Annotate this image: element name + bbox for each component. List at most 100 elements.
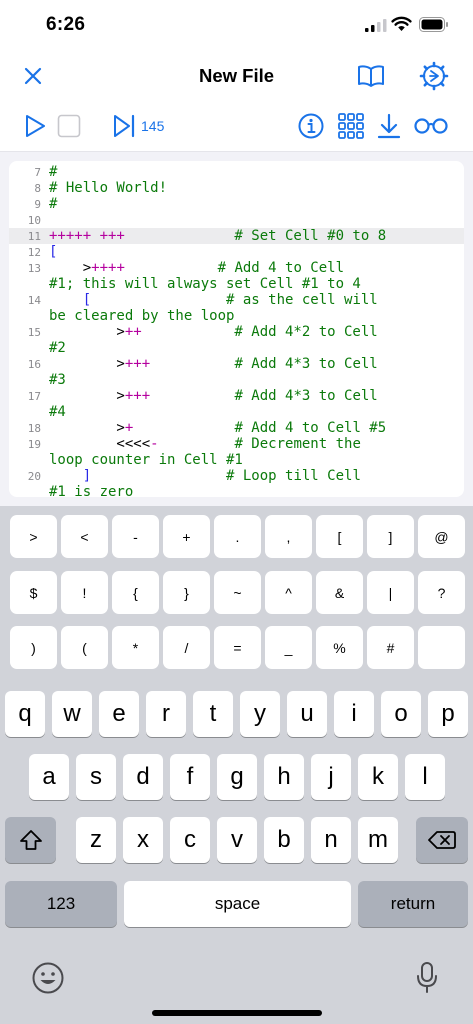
symbol-key[interactable]: ? <box>418 571 465 614</box>
code-line[interactable]: 19 <<<<- # Decrement the <box>9 436 464 452</box>
code-line[interactable]: 16 >+++ # Add 4*3 to Cell <box>9 356 464 372</box>
shift-key[interactable] <box>5 817 56 863</box>
symbol-key[interactable]: > <box>10 515 57 558</box>
symbol-key[interactable]: _ <box>265 626 312 669</box>
code-text: +++++ +++ # Set Cell #0 to 8 <box>49 228 386 244</box>
code-line[interactable]: 13 >++++ # Add 4 to Cell <box>9 260 464 276</box>
key-b[interactable]: b <box>264 817 304 863</box>
settings-button[interactable] <box>417 61 451 91</box>
symbol-key[interactable]: ( <box>61 626 108 669</box>
key-k[interactable]: k <box>358 754 398 800</box>
stop-button[interactable] <box>56 113 82 139</box>
view-button[interactable] <box>413 113 449 139</box>
key-i[interactable]: i <box>334 691 374 737</box>
code-line[interactable]: 20 ] # Loop till Cell <box>9 468 464 484</box>
key-z[interactable]: z <box>76 817 116 863</box>
key-p[interactable]: p <box>428 691 468 737</box>
code-line[interactable]: be cleared by the loop <box>9 308 464 324</box>
symbol-key[interactable]: % <box>316 626 363 669</box>
key-q[interactable]: q <box>5 691 45 737</box>
key-y[interactable]: y <box>240 691 280 737</box>
symbol-key[interactable] <box>418 626 465 669</box>
key-d[interactable]: d <box>123 754 163 800</box>
key-u[interactable]: u <box>287 691 327 737</box>
symbol-key[interactable]: / <box>163 626 210 669</box>
symbol-key[interactable]: # <box>367 626 414 669</box>
key-s[interactable]: s <box>76 754 116 800</box>
key-c[interactable]: c <box>170 817 210 863</box>
code-line[interactable]: #1; this will always set Cell #1 to 4 <box>9 276 464 292</box>
key-j[interactable]: j <box>311 754 351 800</box>
dictation-button[interactable] <box>410 960 444 996</box>
code-line[interactable]: 10 <box>9 212 464 228</box>
key-r[interactable]: r <box>146 691 186 737</box>
step-button[interactable] <box>110 113 138 139</box>
code-line[interactable]: loop counter in Cell #1 <box>9 452 464 468</box>
symbol-key[interactable]: ] <box>367 515 414 558</box>
backspace-key[interactable] <box>416 817 468 863</box>
symbol-key[interactable]: { <box>112 571 159 614</box>
key-g[interactable]: g <box>217 754 257 800</box>
symbol-key[interactable]: * <box>112 626 159 669</box>
symbol-key[interactable]: ^ <box>265 571 312 614</box>
code-line[interactable]: #3 <box>9 372 464 388</box>
delete-backward-icon <box>428 831 456 849</box>
space-key[interactable]: space <box>124 881 351 927</box>
code-line[interactable]: 9 # <box>9 196 464 212</box>
code-line[interactable]: 8 # Hello World! <box>9 180 464 196</box>
key-h[interactable]: h <box>264 754 304 800</box>
documentation-button[interactable] <box>354 61 388 91</box>
info-button[interactable] <box>297 113 325 139</box>
memory-grid-button[interactable] <box>337 113 365 139</box>
key-v[interactable]: v <box>217 817 257 863</box>
symbol-key[interactable]: & <box>316 571 363 614</box>
code-line[interactable]: 7 # <box>9 164 464 180</box>
symbol-key[interactable]: ~ <box>214 571 261 614</box>
code-line[interactable]: 11 +++++ +++ # Set Cell #0 to 8 <box>9 228 464 244</box>
symbol-key[interactable]: $ <box>10 571 57 614</box>
key-e[interactable]: e <box>99 691 139 737</box>
symbol-key[interactable]: . <box>214 515 261 558</box>
code-line[interactable]: 18 >+ # Add 4 to Cell #5 <box>9 420 464 436</box>
emoji-button[interactable] <box>30 960 66 996</box>
code-line[interactable]: #2 <box>9 340 464 356</box>
key-f[interactable]: f <box>170 754 210 800</box>
symbol-key[interactable]: ) <box>10 626 57 669</box>
key-w[interactable]: w <box>52 691 92 737</box>
symbol-key[interactable]: + <box>163 515 210 558</box>
symbol-key[interactable]: @ <box>418 515 465 558</box>
code-line[interactable]: 17 >+++ # Add 4*3 to Cell <box>9 388 464 404</box>
symbol-key[interactable]: , <box>265 515 312 558</box>
symbol-keyboard: > < - +.,[] @ $!{} ~ ^ & |?)(* / = _% # <box>0 506 473 684</box>
system-keyboard: 123 space return qwertyuiop asdfghjkl zxcv… <box>0 684 473 1024</box>
code-line[interactable]: #1 is zero <box>9 484 464 497</box>
symbol-key[interactable]: - <box>112 515 159 558</box>
code-token: +++++ +++ <box>49 228 125 244</box>
symbol-key[interactable]: ! <box>61 571 108 614</box>
code-line[interactable]: 15 >++ # Add 4*2 to Cell <box>9 324 464 340</box>
symbol-key[interactable]: | <box>367 571 414 614</box>
key-m[interactable]: m <box>358 817 398 863</box>
code-line[interactable]: 12 [ <box>9 244 464 260</box>
code-text: #1; this will always set Cell #1 to 4 <box>49 276 361 292</box>
return-key[interactable]: return <box>358 881 468 927</box>
code-editor[interactable]: 7 #8 # Hello World! 9 #10 11 +++++ +++ # Set C… <box>9 161 464 497</box>
key-o[interactable]: o <box>381 691 421 737</box>
symbol-key[interactable]: } <box>163 571 210 614</box>
symbol-key[interactable]: < <box>61 515 108 558</box>
key-x[interactable]: x <box>123 817 163 863</box>
numbers-key[interactable]: 123 <box>5 881 117 927</box>
code-line[interactable]: #4 <box>9 404 464 420</box>
key-a[interactable]: a <box>29 754 69 800</box>
line-number: 9 <box>34 198 41 211</box>
line-number: 16 <box>27 358 41 371</box>
symbol-key[interactable]: [ <box>316 515 363 558</box>
key-l[interactable]: l <box>405 754 445 800</box>
code-line[interactable]: 14 [ # as the cell will <box>9 292 464 308</box>
download-button[interactable] <box>375 113 403 139</box>
line-number: 15 <box>27 326 41 339</box>
key-n[interactable]: n <box>311 817 351 863</box>
symbol-key[interactable]: = <box>214 626 261 669</box>
key-t[interactable]: t <box>193 691 233 737</box>
run-button[interactable] <box>22 113 48 139</box>
